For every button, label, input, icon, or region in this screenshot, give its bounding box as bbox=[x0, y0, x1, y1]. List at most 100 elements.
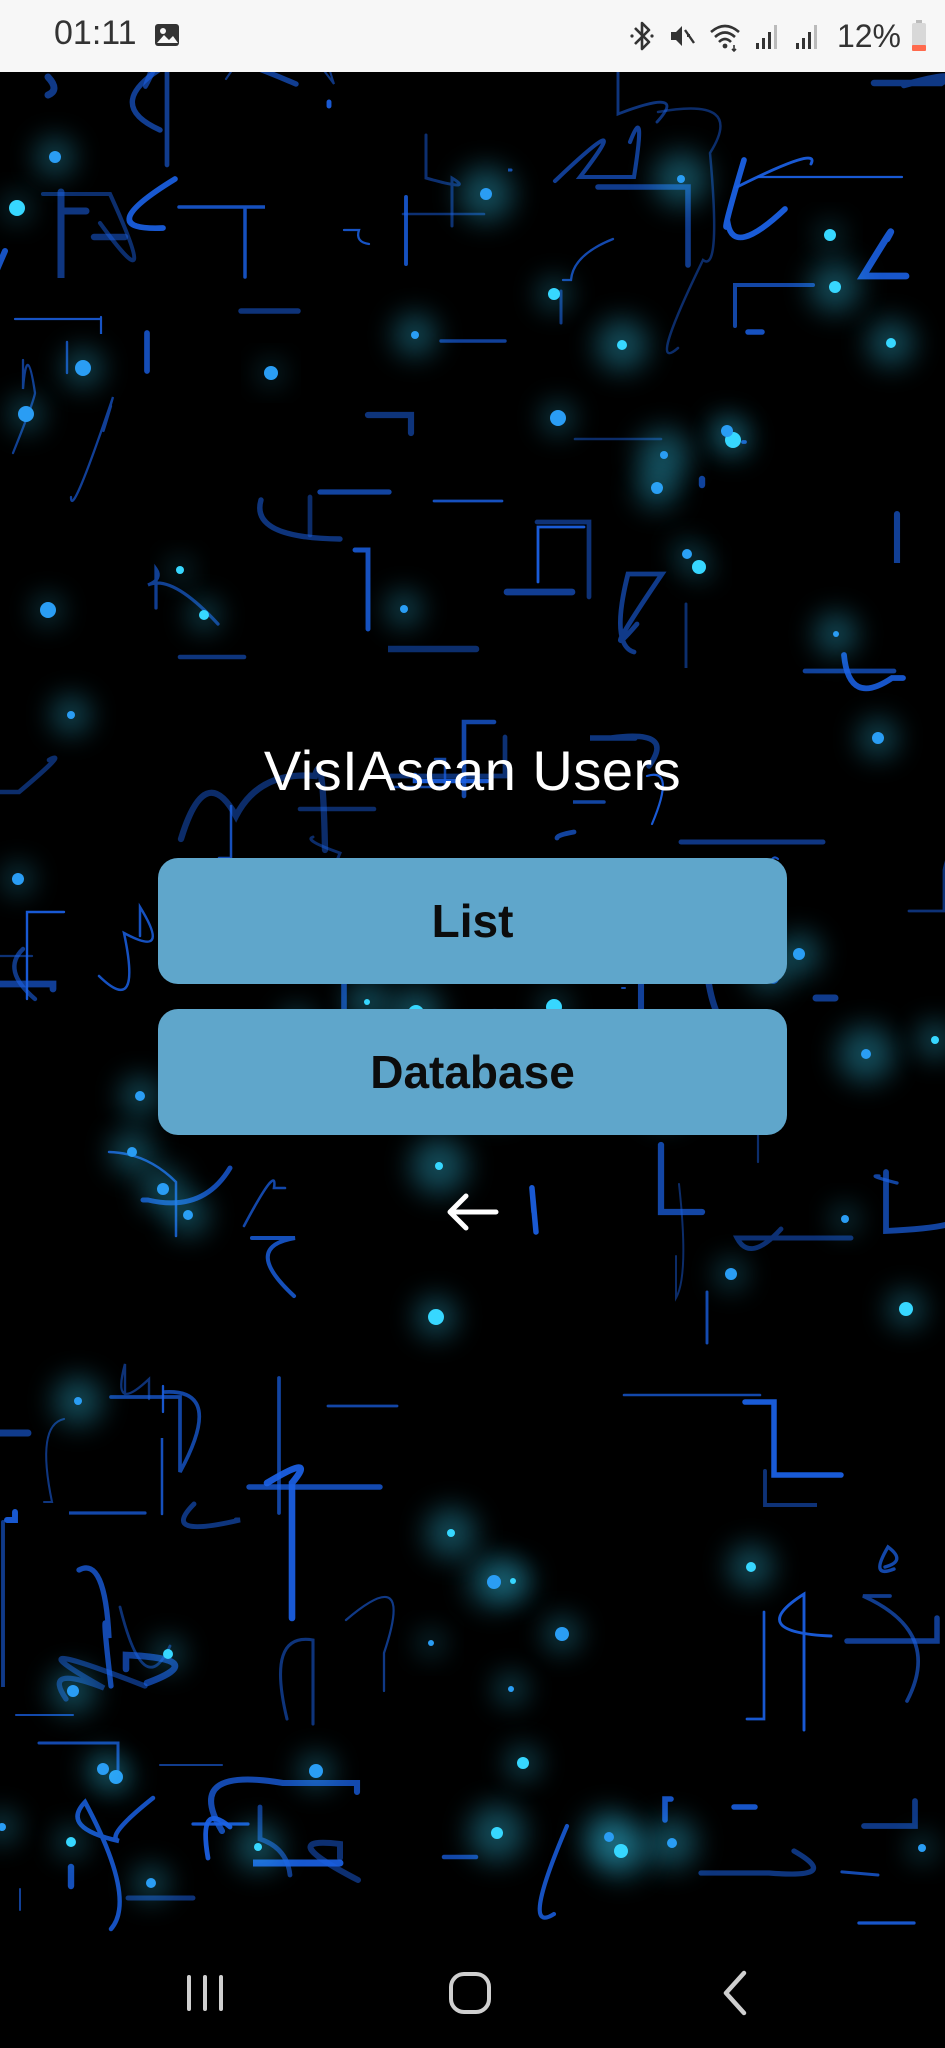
circuit-trace bbox=[862, 1594, 921, 1703]
circuit-trace bbox=[424, 133, 461, 228]
circuit-trace bbox=[242, 1179, 287, 1228]
circuit-background bbox=[0, 72, 945, 1932]
circuit-node bbox=[667, 1838, 677, 1848]
circuit-node bbox=[918, 1844, 926, 1852]
circuit-trace bbox=[143, 72, 170, 168]
circuit-node bbox=[199, 610, 209, 620]
list-button[interactable]: List bbox=[158, 858, 787, 984]
circuit-trace bbox=[352, 547, 371, 632]
circuit-node bbox=[74, 1397, 82, 1405]
circuit-trace bbox=[4, 1509, 18, 1523]
circuit-node bbox=[725, 1268, 737, 1280]
status-icons: 12% bbox=[627, 14, 927, 58]
database-button[interactable]: Database bbox=[158, 1009, 787, 1135]
circuit-trace bbox=[129, 72, 299, 133]
circuit-trace bbox=[778, 1591, 833, 1732]
circuit-trace bbox=[13, 315, 103, 334]
status-time: 01:11 bbox=[54, 14, 137, 52]
circuit-trace bbox=[844, 1615, 940, 1644]
circuit-node bbox=[617, 340, 627, 350]
circuit-trace bbox=[224, 72, 335, 85]
circuit-node bbox=[66, 1837, 76, 1847]
circuit-node bbox=[746, 1562, 756, 1572]
circuit-node bbox=[833, 631, 839, 637]
circuit-node bbox=[861, 1049, 871, 1059]
gallery-icon bbox=[155, 24, 179, 46]
circuit-trace bbox=[40, 191, 137, 263]
circuit-trace bbox=[907, 860, 945, 913]
bluetooth-icon bbox=[630, 21, 654, 51]
circuit-node bbox=[435, 1162, 443, 1170]
circuit-node bbox=[75, 360, 91, 376]
circuit-node bbox=[692, 560, 706, 574]
circuit-node bbox=[660, 451, 668, 459]
circuit-trace bbox=[856, 228, 910, 280]
signal-icon bbox=[795, 25, 817, 49]
circuit-node bbox=[721, 425, 733, 437]
circuit-node bbox=[829, 281, 841, 293]
circuit-node bbox=[157, 1183, 169, 1195]
circuit-trace bbox=[75, 1795, 156, 1932]
circuit-node bbox=[428, 1309, 444, 1325]
circuit-node bbox=[127, 1147, 137, 1157]
circuit-trace bbox=[257, 497, 343, 542]
circuit-node bbox=[604, 1832, 614, 1842]
app-title: VisIAscan Users bbox=[263, 739, 682, 802]
circuit-trace bbox=[733, 283, 815, 328]
circuit-node bbox=[254, 1843, 262, 1851]
circuit-trace bbox=[42, 1417, 66, 1504]
circuit-node bbox=[163, 1649, 173, 1659]
circuit-trace bbox=[97, 902, 155, 991]
circuit-trace bbox=[878, 1544, 899, 1574]
battery-icon bbox=[912, 20, 926, 51]
circuit-node bbox=[899, 1302, 913, 1316]
circuit-node bbox=[555, 1627, 569, 1641]
circuit-node bbox=[40, 602, 56, 618]
circuit-node bbox=[793, 948, 805, 960]
arrow-left-icon[interactable] bbox=[440, 1186, 504, 1238]
circuit-trace bbox=[732, 1226, 854, 1252]
circuit-node bbox=[931, 1036, 939, 1044]
circuit-trace bbox=[342, 228, 371, 246]
circuit-node bbox=[9, 200, 25, 216]
circuit-trace bbox=[561, 237, 615, 282]
navigation-bar bbox=[0, 1937, 945, 2048]
circuit-node bbox=[550, 410, 566, 426]
circuit-node bbox=[67, 1685, 79, 1697]
circuit-trace bbox=[552, 125, 642, 184]
circuit-node bbox=[682, 549, 692, 559]
circuit-trace bbox=[698, 1848, 817, 1877]
circuit-node bbox=[146, 1878, 156, 1888]
circuit-node bbox=[651, 482, 663, 494]
circuit-trace bbox=[263, 1464, 305, 1622]
circuit-trace bbox=[0, 248, 8, 271]
circuit-trace bbox=[109, 1390, 202, 1473]
home-icon[interactable] bbox=[440, 1965, 500, 2021]
circuit-node bbox=[364, 999, 370, 1005]
circuit-node bbox=[176, 566, 184, 574]
circuit-trace bbox=[126, 176, 178, 231]
circuit-node bbox=[677, 175, 685, 183]
circuit-node bbox=[67, 711, 75, 719]
circuit-node bbox=[411, 331, 419, 339]
circuit-node bbox=[447, 1529, 455, 1537]
circuit-trace bbox=[662, 1796, 674, 1823]
circuit-node bbox=[491, 1827, 503, 1839]
circuit-node bbox=[183, 1210, 193, 1220]
circuit-trace bbox=[675, 1183, 685, 1302]
wifi-icon bbox=[710, 24, 740, 53]
circuit-trace bbox=[344, 1595, 395, 1693]
circuit-trace bbox=[537, 1823, 570, 1920]
circuit-node bbox=[824, 229, 836, 241]
recents-icon[interactable] bbox=[175, 1965, 235, 2021]
circuit-node bbox=[841, 1215, 849, 1223]
circuit-node bbox=[548, 288, 560, 300]
circuit-trace bbox=[529, 1185, 539, 1235]
circuit-trace bbox=[840, 1870, 880, 1877]
circuit-trace bbox=[249, 1235, 297, 1299]
signal-icon bbox=[755, 25, 777, 49]
circuit-trace bbox=[745, 1610, 766, 1721]
circuit-node bbox=[97, 1763, 109, 1775]
back-icon[interactable] bbox=[706, 1965, 766, 2021]
circuit-trace bbox=[181, 1501, 241, 1530]
